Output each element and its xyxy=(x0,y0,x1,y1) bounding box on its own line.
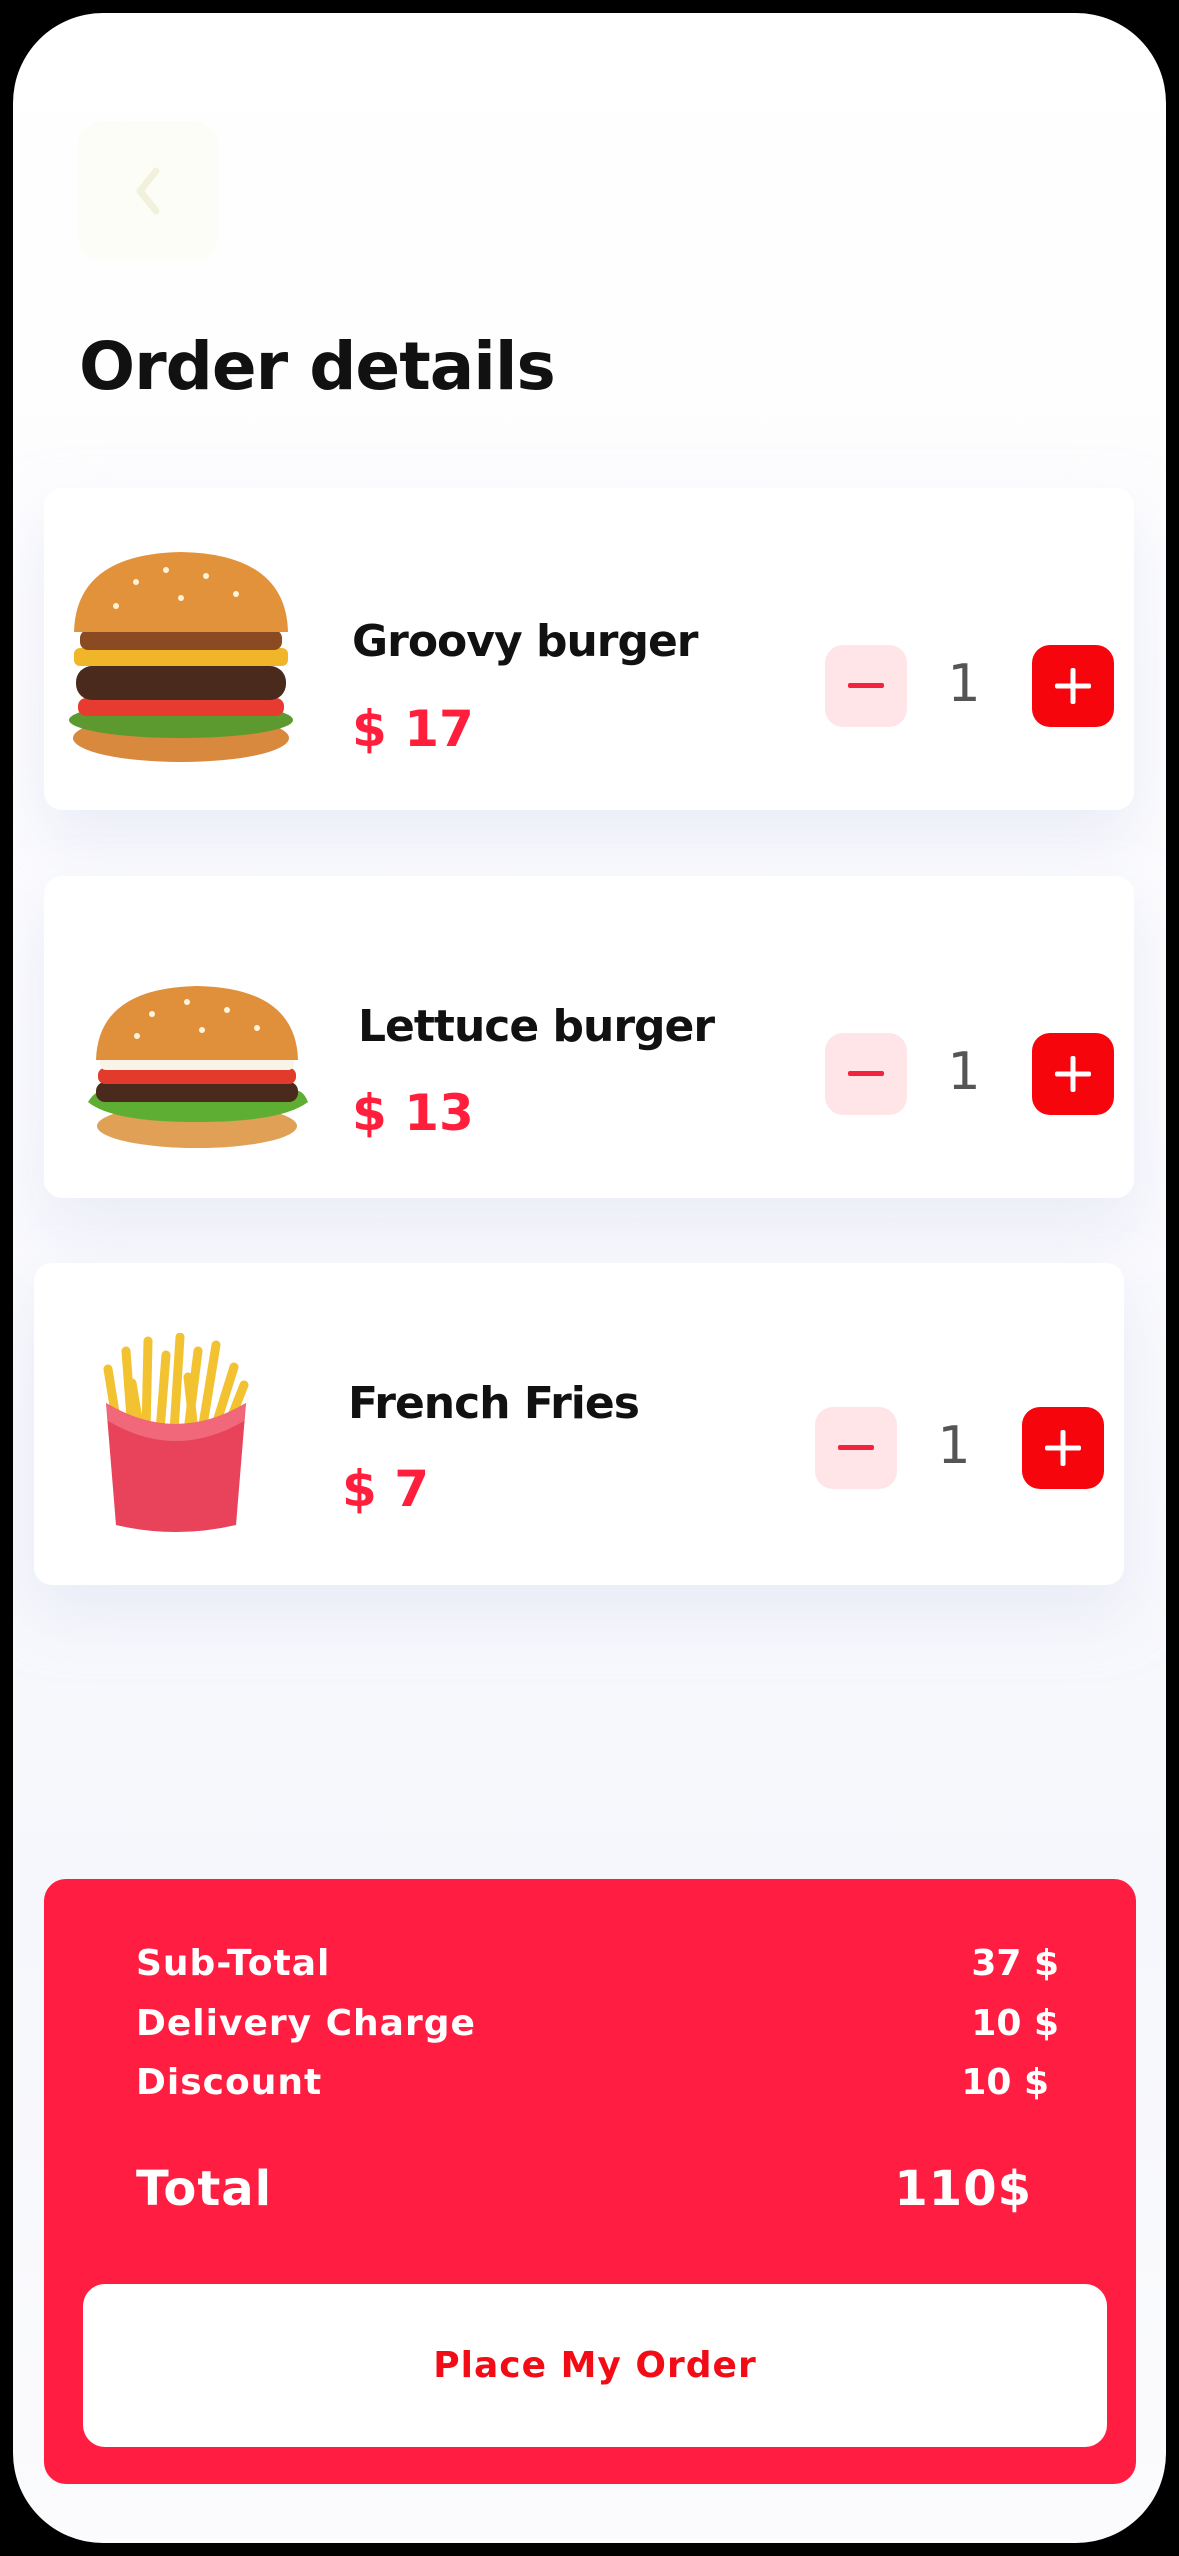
fries-image xyxy=(103,1333,249,1532)
plus-icon xyxy=(1045,1430,1081,1466)
burger-image xyxy=(88,986,308,1148)
decrease-quantity-button[interactable] xyxy=(815,1407,897,1489)
chevron-left-icon xyxy=(136,167,160,215)
decrease-quantity-button[interactable] xyxy=(825,645,907,727)
total-value: 110$ xyxy=(894,2161,1032,2217)
minus-icon xyxy=(838,1445,874,1450)
total-label: Total xyxy=(136,2161,273,2217)
app-screen: Order details Groovy burger $ 17 1 Lettu… xyxy=(13,13,1166,2543)
back-button[interactable] xyxy=(78,121,218,261)
item-name: Groovy burger xyxy=(352,616,699,667)
quantity-value: 1 xyxy=(947,1042,981,1102)
cart-item-card: French Fries $ 7 1 xyxy=(34,1263,1124,1585)
discount-value: 10 $ xyxy=(961,2062,1049,2103)
subtotal-value: 37 $ xyxy=(971,1943,1059,1984)
plus-icon xyxy=(1055,1056,1091,1092)
discount-label: Discount xyxy=(136,2062,323,2103)
quantity-value: 1 xyxy=(937,1416,971,1476)
minus-icon xyxy=(848,1071,884,1076)
order-summary-panel: Sub-Total 37 $ Delivery Charge 10 $ Disc… xyxy=(44,1879,1136,2484)
cart-item-card: Groovy burger $ 17 1 xyxy=(44,488,1134,810)
increase-quantity-button[interactable] xyxy=(1032,645,1114,727)
minus-icon xyxy=(848,683,884,688)
item-name: French Fries xyxy=(348,1378,640,1429)
item-name: Lettuce burger xyxy=(358,1001,715,1052)
item-price: $ 13 xyxy=(352,1084,474,1142)
item-price: $ 7 xyxy=(342,1460,429,1518)
subtotal-label: Sub-Total xyxy=(136,1943,331,1984)
item-price: $ 17 xyxy=(352,700,474,758)
place-order-button[interactable]: Place My Order xyxy=(83,2284,1107,2447)
cart-item-card: Lettuce burger $ 13 1 xyxy=(44,876,1134,1198)
delivery-charge-value: 10 $ xyxy=(971,2003,1059,2044)
burger-image xyxy=(69,552,293,762)
quantity-value: 1 xyxy=(947,654,981,714)
delivery-charge-label: Delivery Charge xyxy=(136,2003,476,2044)
increase-quantity-button[interactable] xyxy=(1032,1033,1114,1115)
decrease-quantity-button[interactable] xyxy=(825,1033,907,1115)
page-title: Order details xyxy=(79,328,556,405)
plus-icon xyxy=(1055,668,1091,704)
increase-quantity-button[interactable] xyxy=(1022,1407,1104,1489)
